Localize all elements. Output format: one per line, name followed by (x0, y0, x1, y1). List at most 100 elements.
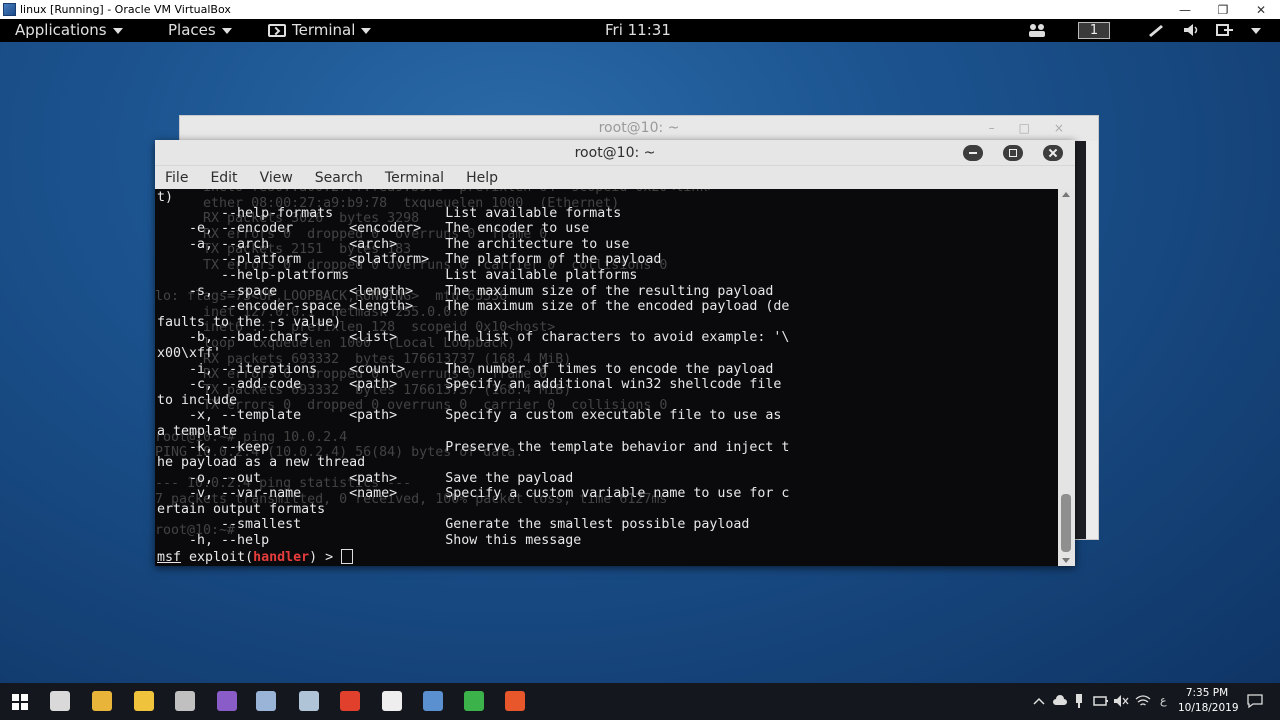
terminal-line: -i, --iterations <count> The number of t… (157, 361, 774, 377)
taskbar-date: 10/18/2019 (1178, 702, 1239, 714)
visual-studio-icon[interactable] (217, 691, 237, 711)
minimize-button[interactable]: — (1166, 3, 1204, 17)
terminal-maximize-button[interactable] (1003, 145, 1023, 161)
msf-prompt-line[interactable]: msf exploit(handler) > (157, 548, 1057, 565)
volume-icon[interactable] (1183, 23, 1201, 37)
muted-speaker-icon[interactable] (1113, 694, 1129, 708)
chevron-up-icon[interactable] (1033, 697, 1045, 705)
terminal-line: -x, --template <path> Specify a custom e… (157, 408, 782, 424)
msf-prompt-label: msf (157, 549, 182, 565)
terminal-window[interactable]: root@10: ~ File Edit View Search Termina… (155, 140, 1075, 566)
scrollbar-thumb[interactable] (1061, 494, 1071, 552)
gnome-top-bar: Applications Places Terminal Fri 11:31 1 (0, 19, 1280, 42)
terminal-line: --help-platforms List available platform… (157, 267, 638, 283)
guest-desktop: Applications Places Terminal Fri 11:31 1… (0, 19, 1280, 683)
terminal-line: a template (157, 423, 238, 439)
scroll-down-arrow-icon[interactable] (1062, 558, 1070, 563)
menu-edit[interactable]: Edit (210, 170, 237, 186)
applications-label: Applications (15, 21, 107, 39)
menu-help[interactable]: Help (466, 170, 498, 186)
menu-file[interactable]: File (165, 170, 188, 186)
windows-start-icon[interactable] (12, 694, 28, 710)
terminal-line: -k, --keep Preserve the template behavio… (157, 439, 790, 455)
windows-taskbar: ع 7:35 PM 10/18/2019 (0, 683, 1280, 720)
pen-icon[interactable] (1147, 23, 1165, 37)
terminal-line: -e, --encoder <encoder> The encoder to u… (157, 221, 590, 237)
chevron-down-icon[interactable] (1251, 28, 1261, 34)
wifi-icon[interactable] (1135, 694, 1151, 708)
virtualbox-icon[interactable] (256, 691, 276, 711)
multi-user-icon[interactable] (1028, 23, 1046, 37)
terminal-line: x00\xff' (157, 345, 222, 361)
close-button[interactable]: ✕ (1242, 3, 1280, 17)
menu-terminal[interactable]: Terminal (385, 170, 444, 186)
terminal-line: -a, --arch <arch> The architecture to us… (157, 236, 630, 252)
cloud-icon[interactable] (1052, 695, 1068, 706)
terminal-titlebar: root@10: ~ (155, 140, 1075, 166)
terminal-line: -s, --space <length> The maximum size of… (157, 283, 774, 299)
menu-view[interactable]: View (260, 170, 293, 186)
ime-indicator[interactable]: ع (1160, 694, 1167, 707)
background-scrollbar[interactable] (1086, 141, 1098, 539)
terminal-close-button[interactable] (1043, 145, 1063, 161)
file-explorer-icon[interactable] (134, 691, 154, 711)
cube-icon[interactable] (423, 691, 443, 711)
virtualbox-titlebar: linux [Running] - Oracle VM VirtualBox —… (0, 0, 1280, 19)
terminal-menubar: File Edit View Search Terminal Help (155, 166, 1075, 189)
power-icon[interactable] (1216, 23, 1234, 37)
orange-app-icon[interactable] (505, 691, 525, 711)
terminal-line: faults to the -s value) (157, 314, 342, 330)
green-app-icon[interactable] (464, 691, 484, 711)
terminal-minimize-button[interactable] (963, 145, 983, 161)
scroll-up-arrow-icon[interactable] (1062, 192, 1070, 197)
red-app-icon[interactable] (340, 691, 360, 711)
app-icon[interactable] (175, 691, 195, 711)
terminal-line: --smallest Generate the smallest possibl… (157, 517, 750, 533)
background-terminal-title: root@10: ~ (598, 120, 680, 136)
background-window-controls[interactable]: –□× (989, 116, 1088, 141)
clock[interactable]: Fri 11:31 (605, 21, 671, 40)
applications-menu[interactable]: Applications (15, 21, 123, 40)
terminal-line: ertain output formats (157, 501, 326, 517)
terminal-label: Terminal (292, 21, 356, 39)
terminal-line: -v, --var-name <name> Specify a custom v… (157, 486, 790, 502)
workspace-indicator[interactable]: 1 (1078, 22, 1110, 39)
chevron-down-icon (361, 27, 372, 34)
places-label: Places (168, 21, 216, 39)
terminal-line: --help-formats List available formats (157, 205, 622, 221)
battery-icon[interactable] (1093, 694, 1109, 708)
terminal-line: -b, --bad-chars <list> The list of chara… (157, 330, 790, 346)
terminal-line: t) (157, 190, 174, 205)
prompt-module-name: handler (253, 549, 310, 565)
menu-search[interactable]: Search (315, 170, 363, 186)
taskbar-time: 7:35 PM (1185, 687, 1229, 699)
clapper-icon[interactable] (382, 691, 402, 711)
restore-button[interactable]: ❐ (1204, 3, 1242, 17)
tool-icon[interactable] (299, 691, 319, 711)
terminal-output[interactable]: inet6 fe80::a00:27ff:fea9:b978 prefixlen… (155, 189, 1058, 566)
terminal-line: -o, --out <path> Save the payload (157, 470, 574, 486)
terminal-app-menu[interactable]: Terminal (268, 21, 372, 40)
usb-icon[interactable] (1074, 694, 1084, 708)
places-menu[interactable]: Places (168, 21, 232, 40)
notifications-icon[interactable] (1247, 693, 1263, 709)
terminal-line: to include (157, 392, 238, 408)
terminal-line: -h, --help Show this message (157, 533, 582, 549)
terminal-line: --encoder-space <length> The maximum siz… (157, 299, 790, 315)
task-view-icon[interactable] (50, 691, 70, 711)
terminal-line: he payload as a new thread (157, 455, 366, 471)
prompt-exploit-open: exploit( (181, 549, 254, 565)
terminal-scrollbar[interactable] (1058, 189, 1075, 566)
terminal-icon (268, 24, 286, 37)
terminal-text: t) --help-formats List available formats… (157, 190, 1057, 565)
terminal-line: -c, --add-code <path> Specify an additio… (157, 377, 782, 393)
terminal-line: --platform <platform> The platform of th… (157, 252, 662, 268)
taskbar-clock[interactable]: 7:35 PM 10/18/2019 (1178, 686, 1239, 716)
terminal-title: root@10: ~ (574, 145, 656, 161)
chevron-down-icon (112, 27, 123, 34)
prompt-exploit-close: ) > (309, 549, 342, 565)
virtualbox-icon (3, 3, 16, 16)
background-terminal-titlebar: root@10: ~ –□× (180, 116, 1098, 141)
window-title: linux [Running] - Oracle VM VirtualBox (20, 3, 231, 16)
chrome-icon[interactable] (92, 691, 112, 711)
